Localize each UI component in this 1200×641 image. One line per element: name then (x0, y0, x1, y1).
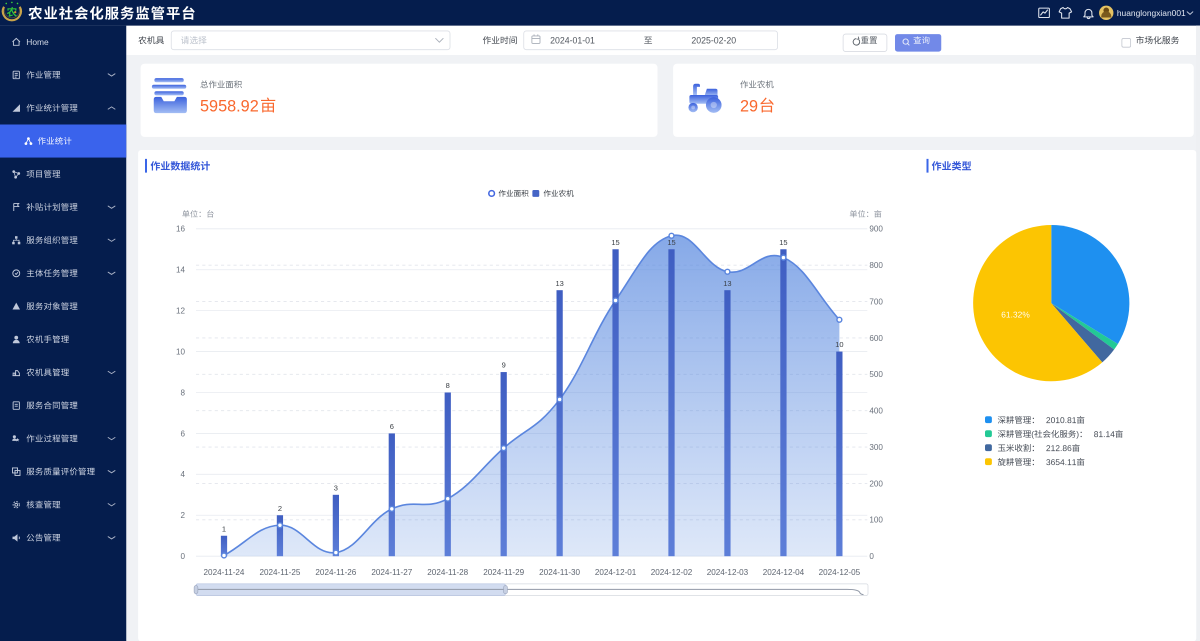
svg-text:200: 200 (869, 479, 883, 488)
svg-text:8: 8 (180, 388, 185, 397)
svg-text:600: 600 (869, 334, 883, 343)
svg-text:6: 6 (180, 429, 185, 438)
svg-text:Home: Home (26, 37, 49, 47)
svg-text:2024-11-27: 2024-11-27 (371, 568, 412, 577)
svg-text:14: 14 (176, 266, 186, 275)
svg-text:400: 400 (869, 407, 883, 416)
svg-text:2024-12-04: 2024-12-04 (763, 568, 805, 577)
svg-text:15: 15 (611, 238, 619, 247)
svg-text:12: 12 (176, 307, 186, 316)
svg-text:2024-11-25: 2024-11-25 (259, 568, 300, 577)
svg-text:15: 15 (779, 238, 787, 247)
svg-text:9: 9 (502, 361, 506, 370)
svg-text:10: 10 (835, 340, 843, 349)
svg-text:900: 900 (869, 225, 883, 234)
svg-text:2024-12-03: 2024-12-03 (707, 568, 749, 577)
svg-text:2024-11-28: 2024-11-28 (427, 568, 468, 577)
svg-text:3: 3 (334, 483, 338, 492)
svg-text:16: 16 (176, 225, 186, 234)
svg-text:huanglongxian001: huanglongxian001 (1117, 8, 1186, 18)
svg-text:1: 1 (222, 524, 226, 533)
svg-text:2024-12-01: 2024-12-01 (595, 568, 637, 577)
svg-text:10: 10 (176, 347, 186, 356)
svg-text:2024-12-05: 2024-12-05 (819, 568, 861, 577)
svg-text:2025-02-20: 2025-02-20 (691, 35, 736, 45)
svg-text:8: 8 (446, 381, 450, 390)
svg-text:2024-11-30: 2024-11-30 (539, 568, 580, 577)
svg-text:300: 300 (869, 443, 883, 452)
svg-text:0: 0 (869, 552, 874, 561)
svg-text:500: 500 (869, 370, 883, 379)
svg-text:800: 800 (869, 261, 883, 270)
svg-text:700: 700 (869, 297, 883, 306)
svg-text:2024-01-01: 2024-01-01 (550, 35, 595, 45)
svg-text:4: 4 (180, 470, 185, 479)
svg-text:13: 13 (555, 279, 563, 288)
svg-text:0: 0 (180, 552, 185, 561)
svg-text:13: 13 (723, 279, 731, 288)
svg-text:100: 100 (869, 516, 883, 525)
svg-text:2: 2 (180, 511, 185, 520)
svg-text:6: 6 (390, 422, 394, 431)
svg-text:29: 29 (740, 97, 758, 115)
svg-text:5958.92: 5958.92 (200, 97, 259, 115)
svg-text:2: 2 (278, 504, 282, 513)
svg-text:2024-11-24: 2024-11-24 (204, 568, 245, 577)
svg-text:2024-11-26: 2024-11-26 (315, 568, 356, 577)
svg-text:2024-12-02: 2024-12-02 (651, 568, 693, 577)
svg-text:2024-11-29: 2024-11-29 (483, 568, 524, 577)
svg-text:15: 15 (667, 238, 675, 247)
